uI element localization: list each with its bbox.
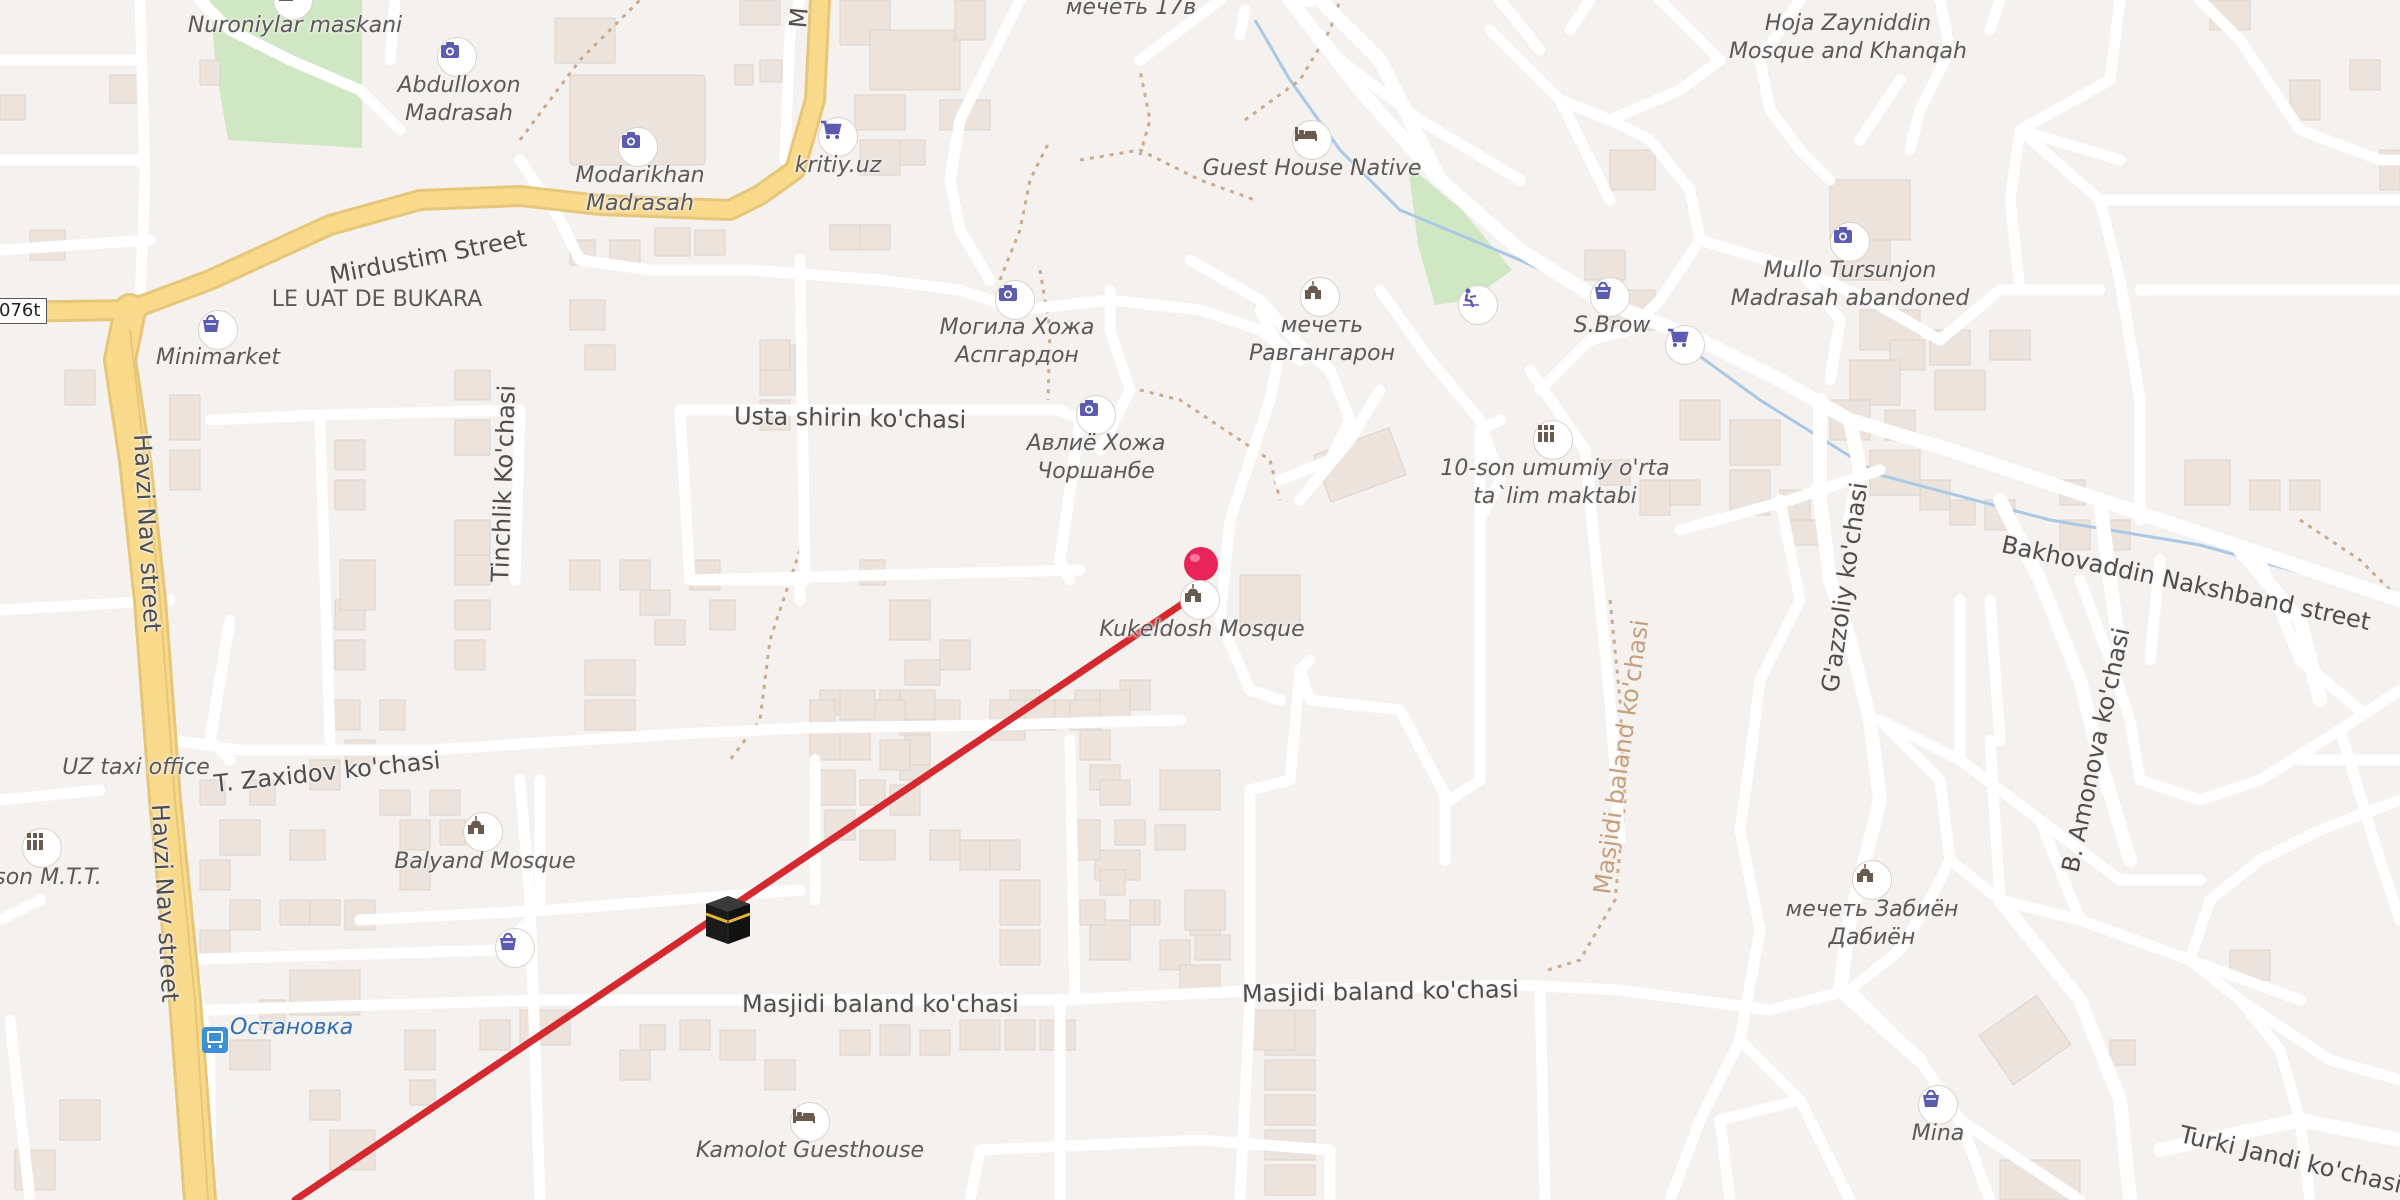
mosque-icon-glyph bbox=[468, 816, 484, 834]
playground-icon-glyph bbox=[1463, 288, 1479, 308]
mosque-icon[interactable] bbox=[1180, 580, 1220, 620]
camera-icon-glyph bbox=[1080, 400, 1098, 416]
camera-icon-glyph bbox=[1834, 227, 1852, 243]
place-label-balyand[interactable]: Balyand Mosque bbox=[394, 848, 575, 876]
shopping-bag-icon[interactable] bbox=[1918, 1085, 1958, 1125]
place-label-modarikhan[interactable]: Modarikhan Madrasah bbox=[575, 162, 704, 218]
bed-icon-glyph bbox=[793, 1109, 815, 1123]
cart-icon[interactable] bbox=[818, 117, 858, 157]
shopping-bag-icon-glyph bbox=[1595, 281, 1611, 299]
place-label-mina[interactable]: Mina bbox=[1912, 1120, 1965, 1148]
mosque-icon-glyph bbox=[1857, 864, 1873, 882]
place-label-mechet17[interactable]: мечеть 17в bbox=[1066, 0, 1196, 22]
mosque-icon[interactable] bbox=[1300, 277, 1340, 317]
mosque-icon[interactable] bbox=[463, 812, 503, 852]
place-label-hoja[interactable]: Hoja Zayniddin Mosque and Khanqah bbox=[1729, 10, 1967, 66]
bed-icon-glyph bbox=[1295, 127, 1317, 141]
place-label-mogila[interactable]: Могила Хожа Аспгардон bbox=[940, 314, 1095, 370]
shopping-bag-icon-glyph bbox=[500, 932, 516, 950]
camera-icon-glyph bbox=[622, 132, 640, 148]
camera-icon[interactable] bbox=[1830, 222, 1870, 262]
place-label-mullo[interactable]: Mullo Tursunjon Madrasah abandoned bbox=[1731, 257, 1970, 313]
shopping-bag-icon[interactable] bbox=[495, 928, 535, 968]
place-label-kukeldosh[interactable]: Kukeldosh Mosque bbox=[1099, 616, 1304, 644]
shopping-bag-icon-glyph bbox=[1923, 1089, 1939, 1107]
place-label-guesthouse[interactable]: Guest House Native bbox=[1203, 155, 1422, 183]
place-label-kamolot[interactable]: Kamolot Guesthouse bbox=[696, 1137, 924, 1165]
place-label-mtt[interactable]: son M.T.T. bbox=[0, 864, 102, 892]
cart-icon-glyph bbox=[1668, 328, 1689, 347]
street-label-masjidi-2: Masjidi baland ko'chasi bbox=[1241, 975, 1519, 1008]
place-label-minimarket[interactable]: Minimarket bbox=[156, 344, 280, 372]
place-label-nuroniylar[interactable]: Nuroniylar maskani bbox=[188, 12, 402, 40]
camera-icon[interactable] bbox=[437, 37, 477, 77]
place-label-avliyo[interactable]: Авлиё Хожа Чоршанбе bbox=[1027, 430, 1166, 486]
bed-icon[interactable] bbox=[1292, 120, 1332, 160]
school-icon[interactable] bbox=[1533, 420, 1573, 460]
map-view[interactable]: 076t Mirdustim Street Havzi Nav street H… bbox=[0, 0, 2400, 1200]
place-label-kritiy[interactable]: kritiy.uz bbox=[795, 152, 881, 180]
school-icon-glyph bbox=[27, 833, 43, 850]
place-label-ravgan[interactable]: мечеть Равгангарон bbox=[1249, 312, 1395, 368]
mosque-icon-glyph bbox=[1305, 281, 1321, 299]
road-shield: 076t bbox=[0, 298, 48, 324]
place-label-abdulloxon[interactable]: Abdulloxon Madrasah bbox=[397, 72, 520, 128]
bus-stop-icon[interactable] bbox=[202, 1027, 228, 1053]
kaaba-icon bbox=[705, 896, 751, 944]
school-icon[interactable] bbox=[22, 828, 62, 868]
cart-icon[interactable] bbox=[1665, 325, 1705, 365]
shopping-bag-icon[interactable] bbox=[1590, 277, 1630, 317]
kaaba-marker[interactable] bbox=[700, 890, 756, 946]
street-label-top: M bbox=[784, 6, 814, 30]
school-icon-glyph bbox=[1538, 425, 1554, 442]
place-label-lebuk[interactable]: LE UAT DE BUKARA bbox=[272, 286, 483, 314]
camera-icon[interactable] bbox=[618, 127, 658, 167]
cart-icon-glyph bbox=[821, 120, 842, 139]
shopping-bag-icon-glyph bbox=[203, 314, 219, 332]
place-label-uztaxi[interactable]: UZ taxi office bbox=[62, 754, 209, 782]
mosque-icon[interactable] bbox=[1852, 860, 1892, 900]
camera-icon[interactable] bbox=[1076, 395, 1116, 435]
street-label-masjidi-1: Masjidi baland ko'chasi bbox=[742, 990, 1019, 1018]
place-label-ostanovka[interactable]: Остановка bbox=[230, 1014, 353, 1042]
monument-icon-glyph bbox=[279, 0, 293, 1]
playground-icon[interactable] bbox=[1458, 285, 1498, 325]
camera-icon-glyph bbox=[441, 42, 459, 58]
street-label-usta: Usta shirin ko'chasi bbox=[733, 402, 967, 435]
camera-icon-glyph bbox=[999, 285, 1017, 301]
mosque-icon-glyph bbox=[1185, 584, 1201, 602]
bed-icon[interactable] bbox=[790, 1102, 830, 1142]
place-label-maktabi[interactable]: 10-son umumiy o'rta ta`lim maktabi bbox=[1440, 455, 1669, 511]
place-label-zabien[interactable]: мечеть Забиён Дабиён bbox=[1786, 896, 1959, 952]
place-label-sbrow[interactable]: S.Brow bbox=[1574, 312, 1651, 340]
